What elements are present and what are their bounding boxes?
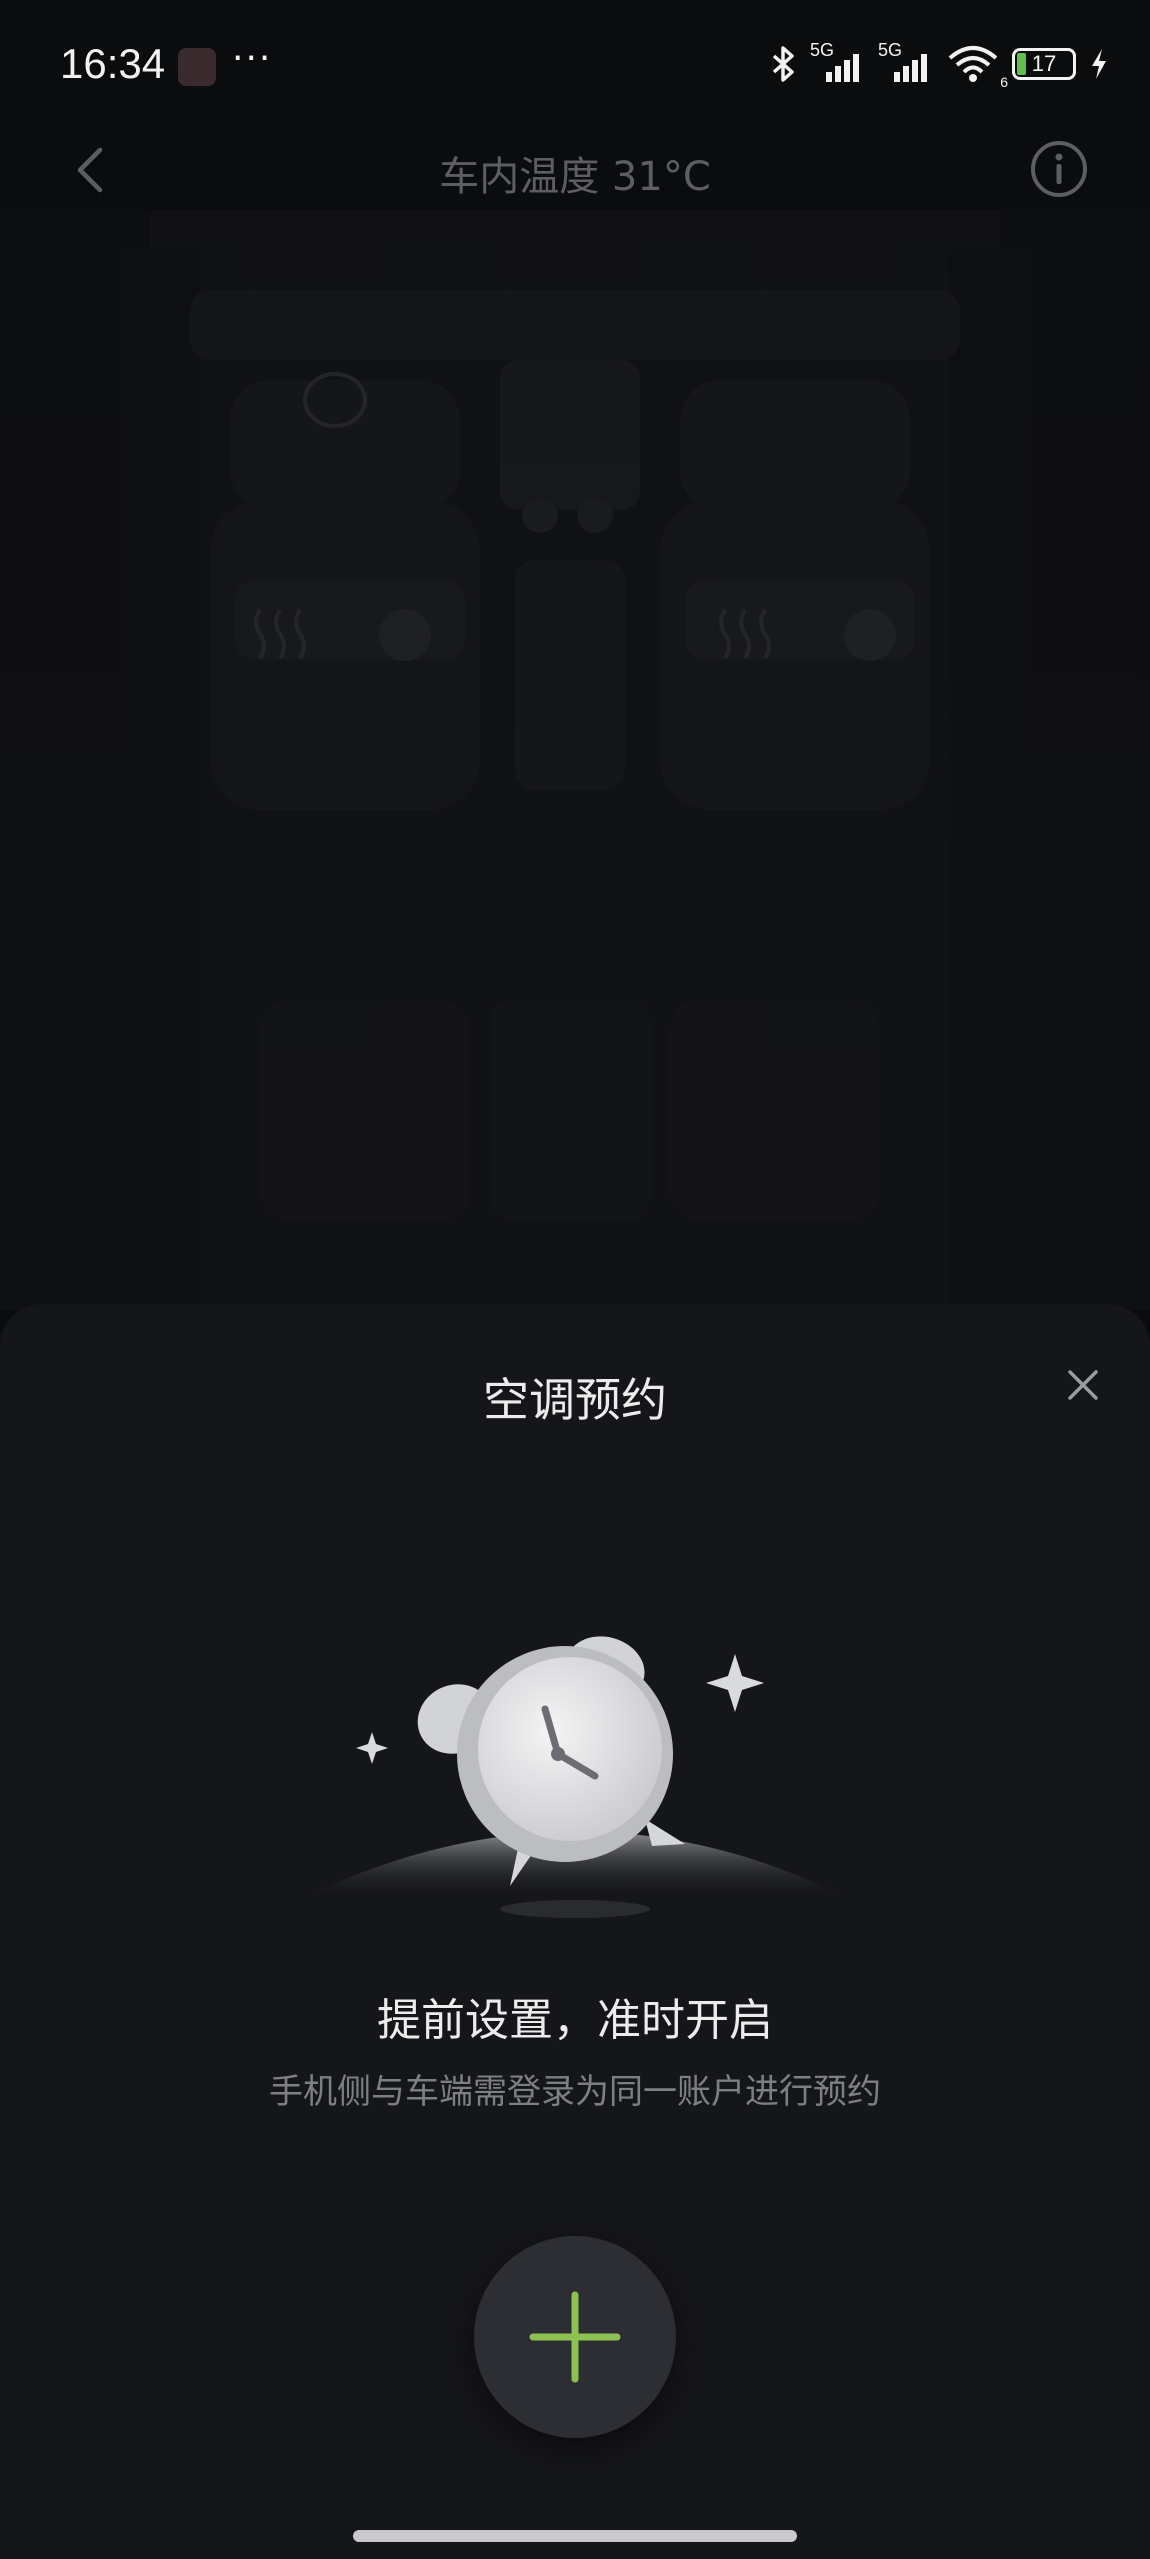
battery-icon: 17 — [1012, 48, 1076, 80]
sparkle-icon-small — [356, 1732, 388, 1764]
battery-level: 17 — [1031, 51, 1057, 76]
sparkle-icon — [706, 1654, 764, 1712]
close-icon[interactable] — [1062, 1364, 1104, 1406]
status-icons: 5G 5G 6 17 — [768, 40, 1110, 90]
plus-icon — [529, 2291, 621, 2383]
add-reservation-button[interactable] — [474, 2236, 676, 2438]
status-bar: 16:34 ··· 5G 5G 6 17 — [0, 0, 1150, 140]
charging-icon — [1092, 49, 1106, 79]
wifi-icon: 6 — [946, 44, 1008, 90]
subtitle-text: 手机侧与车端需登录为同一账户进行预约 — [269, 2072, 881, 2112]
status-time: 16:34 — [60, 40, 166, 87]
signal-icon: 5G — [810, 40, 866, 84]
app-notification-icon — [178, 48, 216, 86]
car-interior-illustration — [0, 210, 1150, 1310]
top-nav-bar: 车内温度 31°C — [0, 130, 1150, 210]
page-title: 车内温度 31°C — [439, 154, 711, 200]
headline-text: 提前设置，准时开启 — [377, 1995, 773, 2046]
more-notifications-icon: ··· — [232, 38, 273, 79]
battery-fill — [1017, 53, 1026, 75]
home-indicator[interactable] — [353, 2530, 797, 2542]
alarm-clock-illustration — [300, 1636, 850, 1918]
wifi-version-label: 6 — [1000, 74, 1008, 90]
ac-reservation-sheet: 空调预约 提前设置，准时开启 手机侧与车端需登录为同一账户进行预约 — [0, 1304, 1150, 2559]
info-icon[interactable] — [1028, 138, 1090, 200]
sheet-title: 空调预约 — [483, 1373, 667, 1427]
bluetooth-icon — [772, 46, 794, 82]
signal-icon-2: 5G — [878, 40, 934, 84]
